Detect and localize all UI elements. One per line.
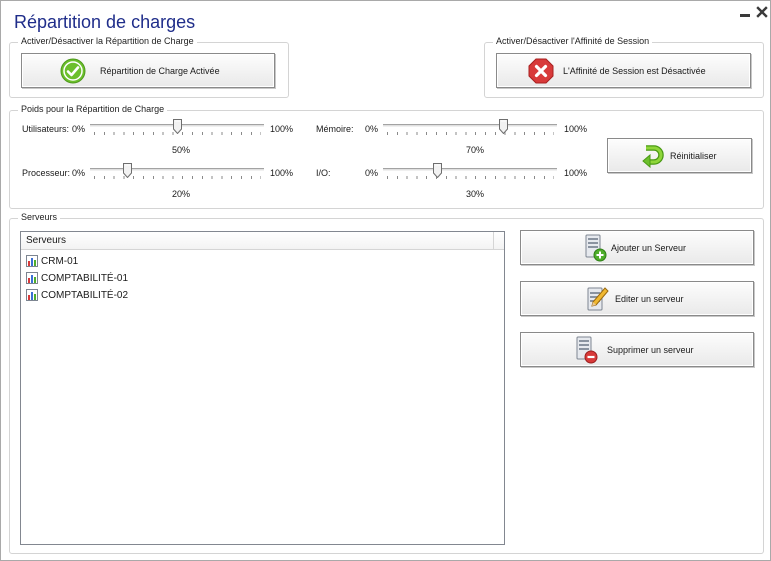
minimize-icon[interactable] [738, 5, 752, 19]
server-list-item[interactable]: COMPTABILITÉ-01 [26, 270, 128, 286]
processor-slider-min: 0% [72, 168, 86, 178]
session-affinity-group: Activer/Désactiver l'Affinité de Session… [484, 36, 764, 98]
delete-server-button[interactable]: Supprimer un serveur [520, 332, 754, 367]
server-chart-icon [26, 289, 38, 301]
slider-ticks [387, 132, 554, 135]
slider-thumb[interactable] [123, 163, 132, 179]
load-balancing-toggle-button[interactable]: Répartition de Charge Activée [21, 53, 275, 88]
io-slider[interactable] [383, 163, 557, 183]
servers-list[interactable]: Serveurs CRM-01 COMPTABILITÉ-01 COMPTABILI… [20, 231, 505, 545]
io-slider-value: 30% [466, 189, 485, 199]
users-slider[interactable] [90, 119, 264, 139]
load-balancing-window: Répartition de charges Activer/Désactive… [0, 0, 771, 561]
io-slider-label: I/O: [316, 168, 331, 178]
load-balancing-group: Activer/Désactiver la Répartition de Cha… [9, 36, 289, 98]
window-title: Répartition de charges [14, 12, 196, 32]
processor-slider-max: 100% [270, 168, 294, 178]
check-circle-icon [60, 58, 86, 86]
session-affinity-group-label: Activer/Désactiver l'Affinité de Session [493, 36, 653, 46]
io-slider-max: 100% [564, 168, 588, 178]
servers-group-label: Serveurs [18, 212, 61, 222]
server-list-item[interactable]: COMPTABILITÉ-02 [26, 287, 128, 303]
server-name: COMPTABILITÉ-01 [41, 272, 129, 284]
server-chart-icon [26, 255, 38, 267]
memory-slider-min: 0% [365, 124, 379, 134]
memory-slider-value: 70% [466, 145, 485, 155]
slider-track [383, 168, 557, 171]
memory-slider-label: Mémoire: [316, 124, 354, 134]
slider-thumb[interactable] [432, 163, 442, 179]
slider-thumb[interactable] [498, 119, 508, 135]
reset-button[interactable]: Réinitialiser [607, 138, 752, 173]
add-server-label: Ajouter un Serveur [611, 243, 687, 253]
processor-slider[interactable] [90, 163, 264, 183]
slider-track [383, 124, 557, 127]
memory-slider[interactable] [383, 119, 557, 139]
reset-button-label: Réinitialiser [670, 151, 717, 161]
server-edit-icon [585, 285, 609, 315]
server-name: CRM-01 [41, 255, 79, 267]
undo-arrow-icon [640, 144, 664, 170]
session-affinity-toggle-label: L'Affinité de Session est Désactivée [563, 66, 706, 76]
slider-thumb[interactable] [172, 119, 182, 135]
server-remove-icon [574, 336, 598, 366]
slider-ticks [387, 176, 554, 179]
io-slider-min: 0% [365, 168, 379, 178]
users-slider-max: 100% [270, 124, 294, 134]
slider-track [90, 168, 264, 171]
add-server-button[interactable]: Ajouter un Serveur [520, 230, 754, 265]
edit-server-button[interactable]: Editer un serveur [520, 281, 754, 316]
server-chart-icon [26, 272, 38, 284]
session-affinity-toggle-button[interactable]: L'Affinité de Session est Désactivée [496, 53, 751, 88]
processor-slider-value: 20% [172, 189, 191, 199]
processor-slider-label: Processeur: [22, 168, 71, 178]
error-octagon-icon [528, 58, 554, 86]
load-balancing-group-label: Activer/Désactiver la Répartition de Cha… [18, 36, 197, 46]
edit-server-label: Editer un serveur [615, 294, 684, 304]
close-icon[interactable] [755, 5, 769, 19]
slider-ticks [94, 176, 261, 179]
servers-column-header[interactable]: Serveurs [21, 232, 494, 250]
server-add-icon [583, 234, 607, 264]
users-slider-label: Utilisateurs: [22, 124, 70, 134]
memory-slider-max: 100% [564, 124, 588, 134]
delete-server-label: Supprimer un serveur [607, 345, 694, 355]
weights-group-label: Poids pour la Répartition de Charge [18, 104, 168, 114]
users-slider-min: 0% [72, 124, 86, 134]
users-slider-value: 50% [172, 145, 191, 155]
server-name: COMPTABILITÉ-02 [41, 289, 129, 301]
load-balancing-toggle-label: Répartition de Charge Activée [100, 66, 220, 76]
servers-column-header-filler [494, 232, 504, 250]
server-list-item[interactable]: CRM-01 [26, 253, 78, 269]
